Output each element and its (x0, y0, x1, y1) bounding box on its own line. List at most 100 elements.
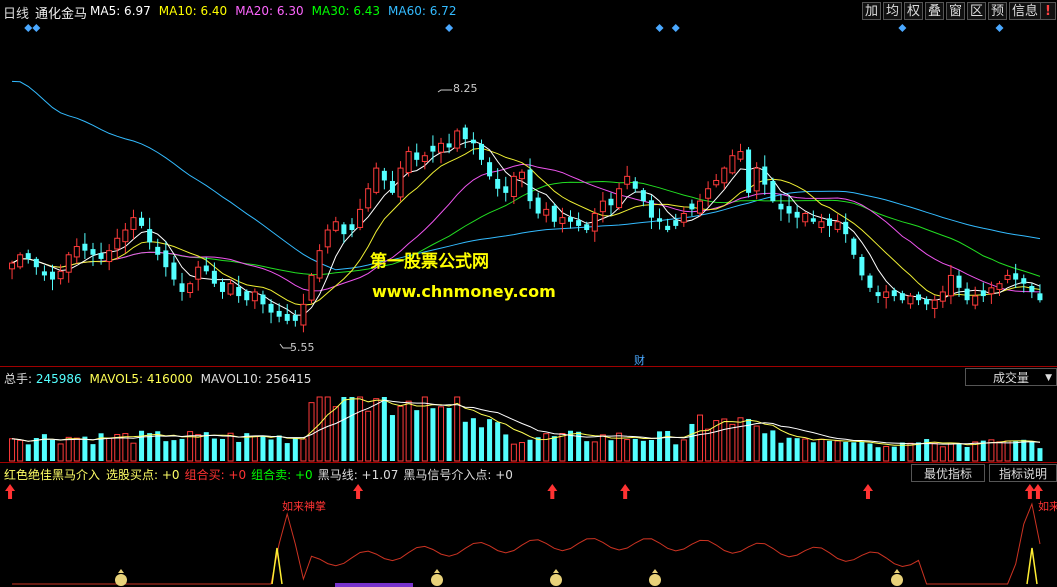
volume-bar (454, 396, 461, 462)
candle-down (964, 288, 970, 301)
candle-down (179, 283, 185, 292)
volume-bar (57, 443, 64, 462)
candle-down (236, 286, 242, 297)
money-bag-icon (550, 574, 562, 586)
volume-bar (171, 440, 177, 461)
volume-bar (179, 438, 185, 461)
candle-up (947, 274, 954, 297)
volume-bar (721, 418, 728, 462)
volume-bar (414, 410, 420, 461)
volume-bar (689, 423, 695, 461)
money-bag-icon (115, 574, 127, 586)
toolbar-button[interactable]: 信息 (1009, 2, 1041, 20)
candle-down (924, 298, 930, 305)
volume-bar (851, 442, 857, 461)
volume-bar (470, 418, 476, 461)
toolbar-button[interactable]: 加 (862, 2, 881, 20)
money-bag-icon (652, 569, 658, 573)
candle-down (33, 258, 39, 268)
candle-down (640, 190, 646, 202)
volume-bar (770, 430, 776, 461)
money-bag-icon (649, 574, 661, 586)
volume-bar (729, 423, 736, 462)
diamond-marker-icon (32, 24, 41, 32)
toolbar-button[interactable]: 叠 (925, 2, 944, 20)
money-bag-icon (431, 574, 443, 586)
volume-bar (697, 414, 704, 462)
candle-up (931, 299, 938, 309)
volume-bar (365, 410, 372, 462)
candle-down (956, 275, 962, 288)
candle-down (41, 271, 47, 276)
candle-down (851, 238, 857, 255)
annotation-rulai: 如来神掌 (282, 500, 326, 513)
diamond-marker-icon (671, 24, 680, 32)
volume-bar (737, 417, 744, 462)
volume-bar (608, 440, 614, 461)
toolbar-button[interactable]: 区 (967, 2, 986, 20)
price-chart[interactable] (0, 22, 1057, 366)
volume-bar (527, 439, 533, 461)
candle-down (203, 265, 209, 272)
high-pointer (437, 89, 452, 93)
money-bag-icon (118, 569, 124, 573)
indicator-chart[interactable] (0, 480, 1057, 587)
toolbar-button[interactable]: 均 (883, 2, 902, 20)
toolbar-button[interactable]: 窗 (946, 2, 965, 20)
candle-up (510, 175, 517, 198)
volume-bar (82, 436, 88, 461)
chart-header: 日线 通化金马 MA5: 6.97 MA10: 6.40 MA20: 6.30 MA30… (0, 0, 1057, 22)
volume-legend: 总手: 245986 MAVOL5: 416000 MAVOL10: 25641… (4, 370, 311, 387)
volume-bar (203, 432, 209, 461)
volume-chart[interactable] (0, 386, 1057, 462)
candle-up (122, 229, 129, 243)
volume-bar (883, 446, 890, 462)
volume-bar (657, 431, 663, 461)
alert-icon[interactable]: ! (1040, 2, 1056, 20)
candle-down (381, 170, 387, 181)
toolbar-button[interactable]: 权 (904, 2, 923, 20)
ma-legend-item: MA30: 6.43 (311, 4, 381, 18)
volume-bar (584, 441, 590, 461)
diamond-marker-icon (995, 24, 1004, 32)
panel-separator (0, 462, 1057, 463)
candle-down (139, 217, 145, 226)
toolbar-button[interactable]: 预 (988, 2, 1007, 20)
candle-down (527, 169, 533, 202)
volume-bar (341, 397, 347, 461)
volume-bar (931, 442, 938, 462)
candle-up (518, 171, 525, 180)
volume-bar (373, 398, 380, 462)
volume-bar (90, 444, 96, 461)
financial-marker[interactable]: 财 (634, 352, 645, 368)
volume-bar (332, 406, 339, 462)
volume-bar (778, 442, 784, 461)
candle-down (551, 205, 557, 222)
ma-legend-item: MA10: 6.40 (158, 4, 228, 18)
candle-down (487, 162, 493, 177)
candle-down (770, 180, 776, 202)
watermark-title: 第一股票公式网 (370, 252, 489, 272)
candle-down (576, 220, 582, 226)
candle-up (195, 266, 202, 280)
candle-up (680, 213, 687, 223)
low-label: 5.55 (290, 341, 315, 354)
indicator-select-volume[interactable]: 成交量 ▼ (965, 368, 1057, 386)
candle-up (883, 291, 890, 299)
candle-up (737, 151, 744, 160)
chevron-down-icon: ▼ (1045, 373, 1052, 383)
buy-arrow-icon (1032, 484, 1043, 499)
candle-down (689, 203, 695, 210)
candle-down (843, 221, 849, 235)
indicator-bar (335, 583, 413, 587)
volume-bar (446, 407, 452, 461)
candle-down (875, 292, 881, 297)
volume-bar (260, 436, 266, 461)
volume-bar (827, 440, 833, 461)
volume-bar (1013, 441, 1019, 461)
candle-down (470, 139, 476, 144)
candle-up (729, 155, 736, 174)
candle-up (114, 237, 121, 250)
candle-up (802, 213, 809, 223)
candle-up (130, 217, 137, 230)
